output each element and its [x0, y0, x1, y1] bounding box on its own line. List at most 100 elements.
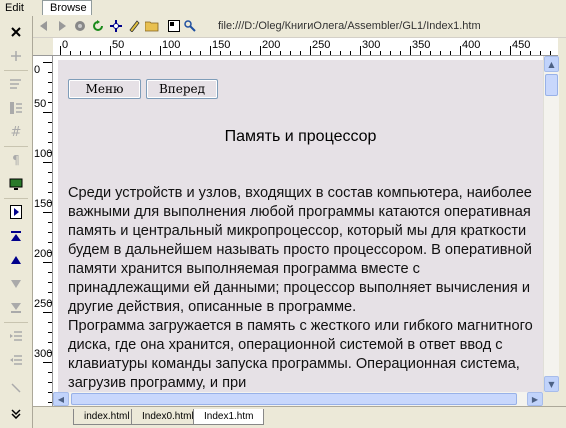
move-icon[interactable] — [109, 19, 123, 33]
ruler-tick — [43, 262, 52, 263]
browser-toolbar: file:///D:/Oleg/КнигиОлега/Assembler/GL1… — [33, 16, 566, 38]
menu-button[interactable]: Меню — [68, 79, 141, 99]
ruler-tick — [190, 51, 191, 55]
refresh-icon[interactable] — [91, 19, 105, 33]
ruler-tick — [48, 132, 52, 133]
ruler-tick — [280, 51, 281, 55]
ruler-tick — [48, 392, 52, 393]
move-up-icon[interactable] — [4, 250, 28, 270]
ruler-tick — [550, 51, 551, 55]
ruler-tick — [200, 51, 201, 55]
page-body: Меню Вперед Память и процессор Среди уст… — [58, 60, 543, 392]
page-properties-icon[interactable] — [167, 19, 181, 33]
ruler-label: 50 — [112, 39, 125, 51]
scroll-up-icon[interactable]: ▲ — [544, 56, 559, 72]
forward-icon[interactable] — [55, 19, 69, 33]
ruler-tick — [43, 112, 52, 113]
ruler-corner — [33, 38, 53, 56]
scroll-down-icon[interactable]: ▼ — [544, 376, 559, 392]
ruler-tick — [43, 312, 52, 313]
more-tools-icon[interactable] — [4, 404, 28, 424]
ruler-tick — [48, 82, 52, 83]
play-icon[interactable] — [4, 202, 28, 222]
ruler-label: 400 — [462, 39, 481, 51]
ruler-tick — [350, 51, 351, 55]
ruler-tick — [530, 51, 531, 55]
ruler-tick — [540, 51, 541, 55]
go-bottom-icon[interactable] — [4, 298, 28, 318]
article-text: Среди устройств и узлов, входящих в сост… — [68, 184, 543, 392]
ruler-tick — [320, 51, 321, 55]
ruler-tick — [43, 212, 52, 213]
ruler-tick — [43, 362, 52, 363]
ruler-tick — [420, 51, 421, 55]
vertical-scroll-thumb[interactable] — [545, 74, 558, 96]
paragraph-icon[interactable]: ¶ — [4, 150, 28, 170]
ruler-tick — [48, 122, 52, 123]
ruler-tick — [48, 242, 52, 243]
scroll-right-icon[interactable]: ▶ — [527, 392, 543, 406]
ruler-label: 200 — [262, 39, 281, 51]
tab-browse[interactable]: Browse — [42, 0, 92, 15]
ruler-tick — [130, 51, 131, 55]
ruler-tick — [240, 51, 241, 55]
ruler-tick — [90, 51, 91, 55]
address-text[interactable]: file:///D:/Oleg/КнигиОлега/Assembler/GL1… — [218, 20, 481, 32]
next-button[interactable]: Вперед — [146, 79, 218, 99]
ruler-tick — [48, 322, 52, 323]
ruler-tick — [170, 51, 171, 55]
ruler-label: 0 — [34, 64, 41, 76]
paragraph: Среди устройств и узлов, входящих в сост… — [68, 185, 532, 315]
ruler-tick — [48, 232, 52, 233]
horizontal-scroll-thumb[interactable] — [71, 393, 517, 405]
file-tab-index1-htm[interactable]: Index1.htm — [193, 409, 265, 425]
indent-icon[interactable] — [4, 98, 28, 118]
close-icon[interactable] — [4, 22, 28, 42]
monitor-icon[interactable] — [4, 174, 28, 194]
ruler-tick — [460, 46, 461, 55]
ruler-tick — [370, 51, 371, 55]
ruler-tick — [80, 51, 81, 55]
wrap-icon[interactable] — [4, 74, 28, 94]
ruler-tick — [300, 51, 301, 55]
ruler-tick — [250, 51, 251, 55]
paragraph: Программа загружается в память с жестког… — [68, 318, 533, 391]
ruler-tick — [410, 46, 411, 55]
ruler-label: 200 — [34, 248, 53, 260]
file-tab-bar: index.html Index0.html Index1.htm — [33, 406, 566, 428]
ruler-tick — [160, 46, 161, 55]
ruler-tick — [340, 51, 341, 55]
outdent-icon[interactable] — [4, 326, 28, 346]
line-numbers-icon[interactable]: # — [4, 122, 28, 142]
ruler-tick — [48, 182, 52, 183]
edit-pencil-icon[interactable] — [127, 19, 141, 33]
move-down-icon[interactable] — [4, 274, 28, 294]
ruler-tick — [70, 51, 71, 55]
ruler-tick — [48, 192, 52, 193]
go-top-icon[interactable] — [4, 226, 28, 246]
ruler-tick — [360, 46, 361, 55]
outdent-left-icon[interactable] — [4, 350, 28, 370]
stop-icon[interactable] — [73, 19, 87, 33]
scroll-left-icon[interactable]: ◀ — [53, 392, 69, 406]
ruler-tick — [48, 282, 52, 283]
ruler-tick — [48, 172, 52, 173]
tab-edit[interactable]: Edit — [5, 2, 24, 14]
swap-icon[interactable] — [4, 378, 28, 398]
ruler-tick — [270, 51, 271, 55]
horizontal-scrollbar[interactable]: ◀ ▶ — [53, 392, 543, 406]
open-folder-icon[interactable] — [145, 19, 159, 33]
ruler-label: 300 — [362, 39, 381, 51]
ruler-tick — [48, 332, 52, 333]
browse-viewport: Меню Вперед Память и процессор Среди уст… — [53, 56, 543, 392]
ruler-tick — [310, 46, 311, 55]
find-icon[interactable] — [183, 19, 197, 33]
back-icon[interactable] — [37, 19, 51, 33]
ruler-label: 50 — [34, 98, 47, 110]
ruler-tick — [520, 51, 521, 55]
ruler-tick — [48, 342, 52, 343]
vertical-scrollbar[interactable]: ▲ ▼ — [543, 56, 559, 392]
ruler-label: 150 — [212, 39, 231, 51]
snap-icon[interactable] — [4, 46, 28, 66]
ruler-tick — [210, 46, 211, 55]
